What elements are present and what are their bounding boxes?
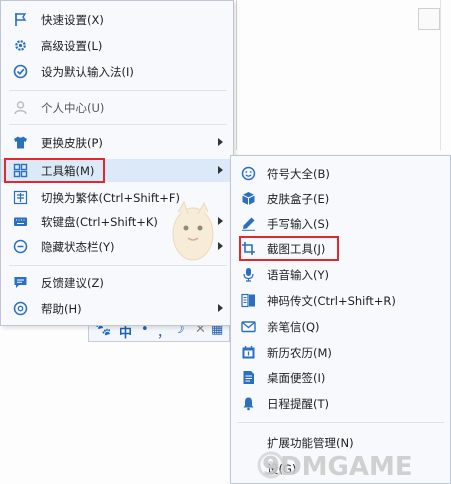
submenu-arrow-icon (218, 304, 223, 312)
menu-item-label: 隐藏状态栏(Y) (41, 240, 115, 254)
menu-item-change-skin[interactable]: 更换皮肤(P) (1, 131, 233, 154)
window-edge (440, 0, 441, 150)
menu-item-quick-settings[interactable]: 快速设置(X) (1, 8, 233, 31)
submenu-item-schedule-reminder[interactable]: 日程提醒(T) (231, 392, 450, 415)
hide-circle-icon (13, 239, 28, 254)
window-corner-button[interactable] (418, 8, 440, 30)
submenu-item-label: 神码传文(Ctrl+Shift+R) (267, 294, 396, 308)
menu-item-label: 切换为繁体(Ctrl+Shift+F) (41, 191, 180, 205)
submenu-item-calendar[interactable]: 新历农历(M) (231, 341, 450, 364)
submenu-item-text-transfer[interactable]: 神码传文(Ctrl+Shift+R) (231, 289, 450, 312)
submenu-item-desktop-note[interactable]: 桌面便签(I) (231, 366, 450, 389)
tshirt-icon (14, 136, 27, 149)
smiley-icon (241, 166, 256, 181)
menu-item-feedback[interactable]: 反馈建议(Z) (1, 271, 233, 294)
menu-item-label: 反馈建议(Z) (41, 276, 104, 290)
window-divider (236, 0, 237, 150)
context-menu: 快速设置(X) 高级设置(L) 设为默认输入法(I) 个人中心(U) 更换皮肤(… (0, 0, 234, 326)
menu-item-label: 帮助(H) (41, 302, 82, 316)
submenu-item-label: 语音输入(Y) (267, 268, 329, 282)
menu-item-set-default-ime[interactable]: 设为默认输入法(I) (1, 60, 233, 83)
menu-item-label: 快速设置(X) (41, 13, 104, 27)
highlight-box-toolbox (4, 158, 105, 183)
submenu-item-handwriting[interactable]: 手写输入(S) (231, 212, 450, 235)
gear-icon (15, 40, 26, 51)
submenu-item-label: 新历农历(M) (267, 346, 332, 360)
check-circle-icon (13, 64, 28, 79)
submenu-item-handwritten-letter[interactable]: 亲笔信(Q) (231, 315, 450, 338)
submenu-item-skin-box[interactable]: 皮肤盒子(E) (231, 187, 450, 210)
submenu-arrow-icon (218, 166, 223, 174)
submenu-item-label: 手写输入(S) (267, 217, 330, 231)
submenu-separator (237, 422, 444, 423)
watermark-text: 9DMGAME (262, 452, 413, 482)
traditional-char-icon (13, 190, 28, 205)
pen-icon (242, 217, 255, 231)
help-icon (13, 301, 28, 316)
submenu-item-label: 桌面便签(I) (267, 371, 326, 385)
submenu-item-label: 符号大全(B) (267, 167, 330, 181)
submenu-arrow-icon (218, 217, 223, 225)
box-icon (242, 192, 255, 205)
highlight-box-screenshot-tool (239, 236, 339, 261)
toolbox-submenu: 符号大全(B) 皮肤盒子(E) 手写输入(S) 截图工具(J) 语音输入(Y) (230, 155, 451, 484)
menu-item-label: 更换皮肤(P) (41, 136, 103, 150)
menu-separator (9, 90, 227, 91)
keyboard-icon (14, 217, 27, 226)
flag-icon (15, 13, 27, 26)
note-icon (243, 371, 254, 384)
user-icon (14, 101, 27, 115)
menu-item-label: 软键盘(Ctrl+Shift+K) (41, 215, 158, 229)
submenu-item-label: 扩展功能管理(N) (267, 436, 354, 450)
bell-icon (243, 397, 254, 411)
menu-item-label: 个人中心(U) (41, 101, 105, 115)
submenu-arrow-icon (218, 242, 223, 250)
submenu-item-label: 亲笔信(Q) (267, 320, 320, 334)
submenu-item-label: 日程提醒(T) (267, 397, 329, 411)
menu-item-help[interactable]: 帮助(H) (1, 297, 233, 320)
menu-separator (9, 124, 227, 125)
submenu-item-voice-input[interactable]: 语音输入(Y) (231, 263, 450, 286)
menu-item-personal-center[interactable]: 个人中心(U) (1, 96, 233, 119)
transfer-icon (241, 293, 255, 308)
microphone-icon (243, 268, 254, 282)
menu-item-label: 高级设置(L) (41, 39, 103, 53)
calendar-icon (242, 346, 255, 359)
envelope-icon (241, 321, 256, 333)
mascot-image (172, 200, 214, 261)
submenu-arrow-icon (218, 138, 223, 146)
menu-item-advanced-settings[interactable]: 高级设置(L) (1, 34, 233, 57)
menu-item-label: 设为默认输入法(I) (41, 65, 134, 79)
submenu-item-label: 皮肤盒子(E) (267, 192, 330, 206)
submenu-item-symbols[interactable]: 符号大全(B) (231, 162, 450, 185)
feedback-icon (14, 277, 27, 288)
